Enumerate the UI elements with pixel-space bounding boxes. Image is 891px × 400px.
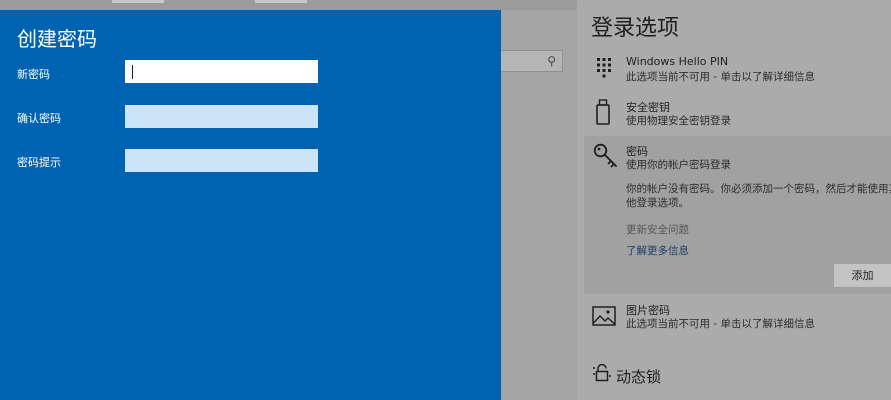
dynamic-lock-heading: 动态锁: [616, 368, 662, 386]
usb-key-icon: [596, 99, 610, 125]
confirm-password-label: 确认密码: [17, 112, 61, 125]
new-password-label: 新密码: [17, 68, 50, 81]
new-password-input[interactable]: [125, 60, 318, 83]
option-subtitle-security-key: 使用物理安全密钥登录: [626, 115, 731, 127]
password-description-line1: 你的帐户没有密码。你必须添加一个密码，然后才能使用其: [626, 183, 891, 195]
background-tab-1: [112, 0, 164, 3]
keypad-icon: [597, 58, 611, 78]
create-password-dialog: 创建密码 新密码 确认密码 密码提示: [0, 10, 501, 400]
settings-heading: 登录选项: [591, 16, 680, 41]
password-hint-input[interactable]: [125, 149, 318, 172]
dialog-title: 创建密码: [17, 27, 97, 51]
confirm-password-input[interactable]: [125, 105, 318, 128]
key-icon: [593, 143, 617, 168]
text-caret: [132, 65, 133, 79]
option-subtitle-hello-pin: 此选项当前不可用 - 单击以了解详细信息: [626, 71, 815, 83]
update-security-questions-link[interactable]: 更新安全问题: [626, 222, 689, 237]
option-subtitle-picture-password: 此选项当前不可用 - 单击以了解详细信息: [626, 318, 815, 330]
dynamic-lock-icon: [593, 364, 611, 382]
background-tab-2: [255, 0, 307, 3]
option-subtitle-password: 使用你的帐户密码登录: [626, 159, 731, 171]
option-title-hello-pin[interactable]: Windows Hello PIN: [626, 55, 728, 68]
search-icon: ⚲: [547, 54, 556, 68]
learn-more-link[interactable]: 了解更多信息: [626, 243, 689, 258]
settings-search-box[interactable]: ⚲: [500, 50, 563, 72]
password-description-line2: 他登录选项。: [626, 197, 689, 209]
password-hint-label: 密码提示: [17, 156, 61, 169]
add-password-button[interactable]: 添加: [834, 264, 891, 287]
picture-icon: [592, 306, 616, 326]
